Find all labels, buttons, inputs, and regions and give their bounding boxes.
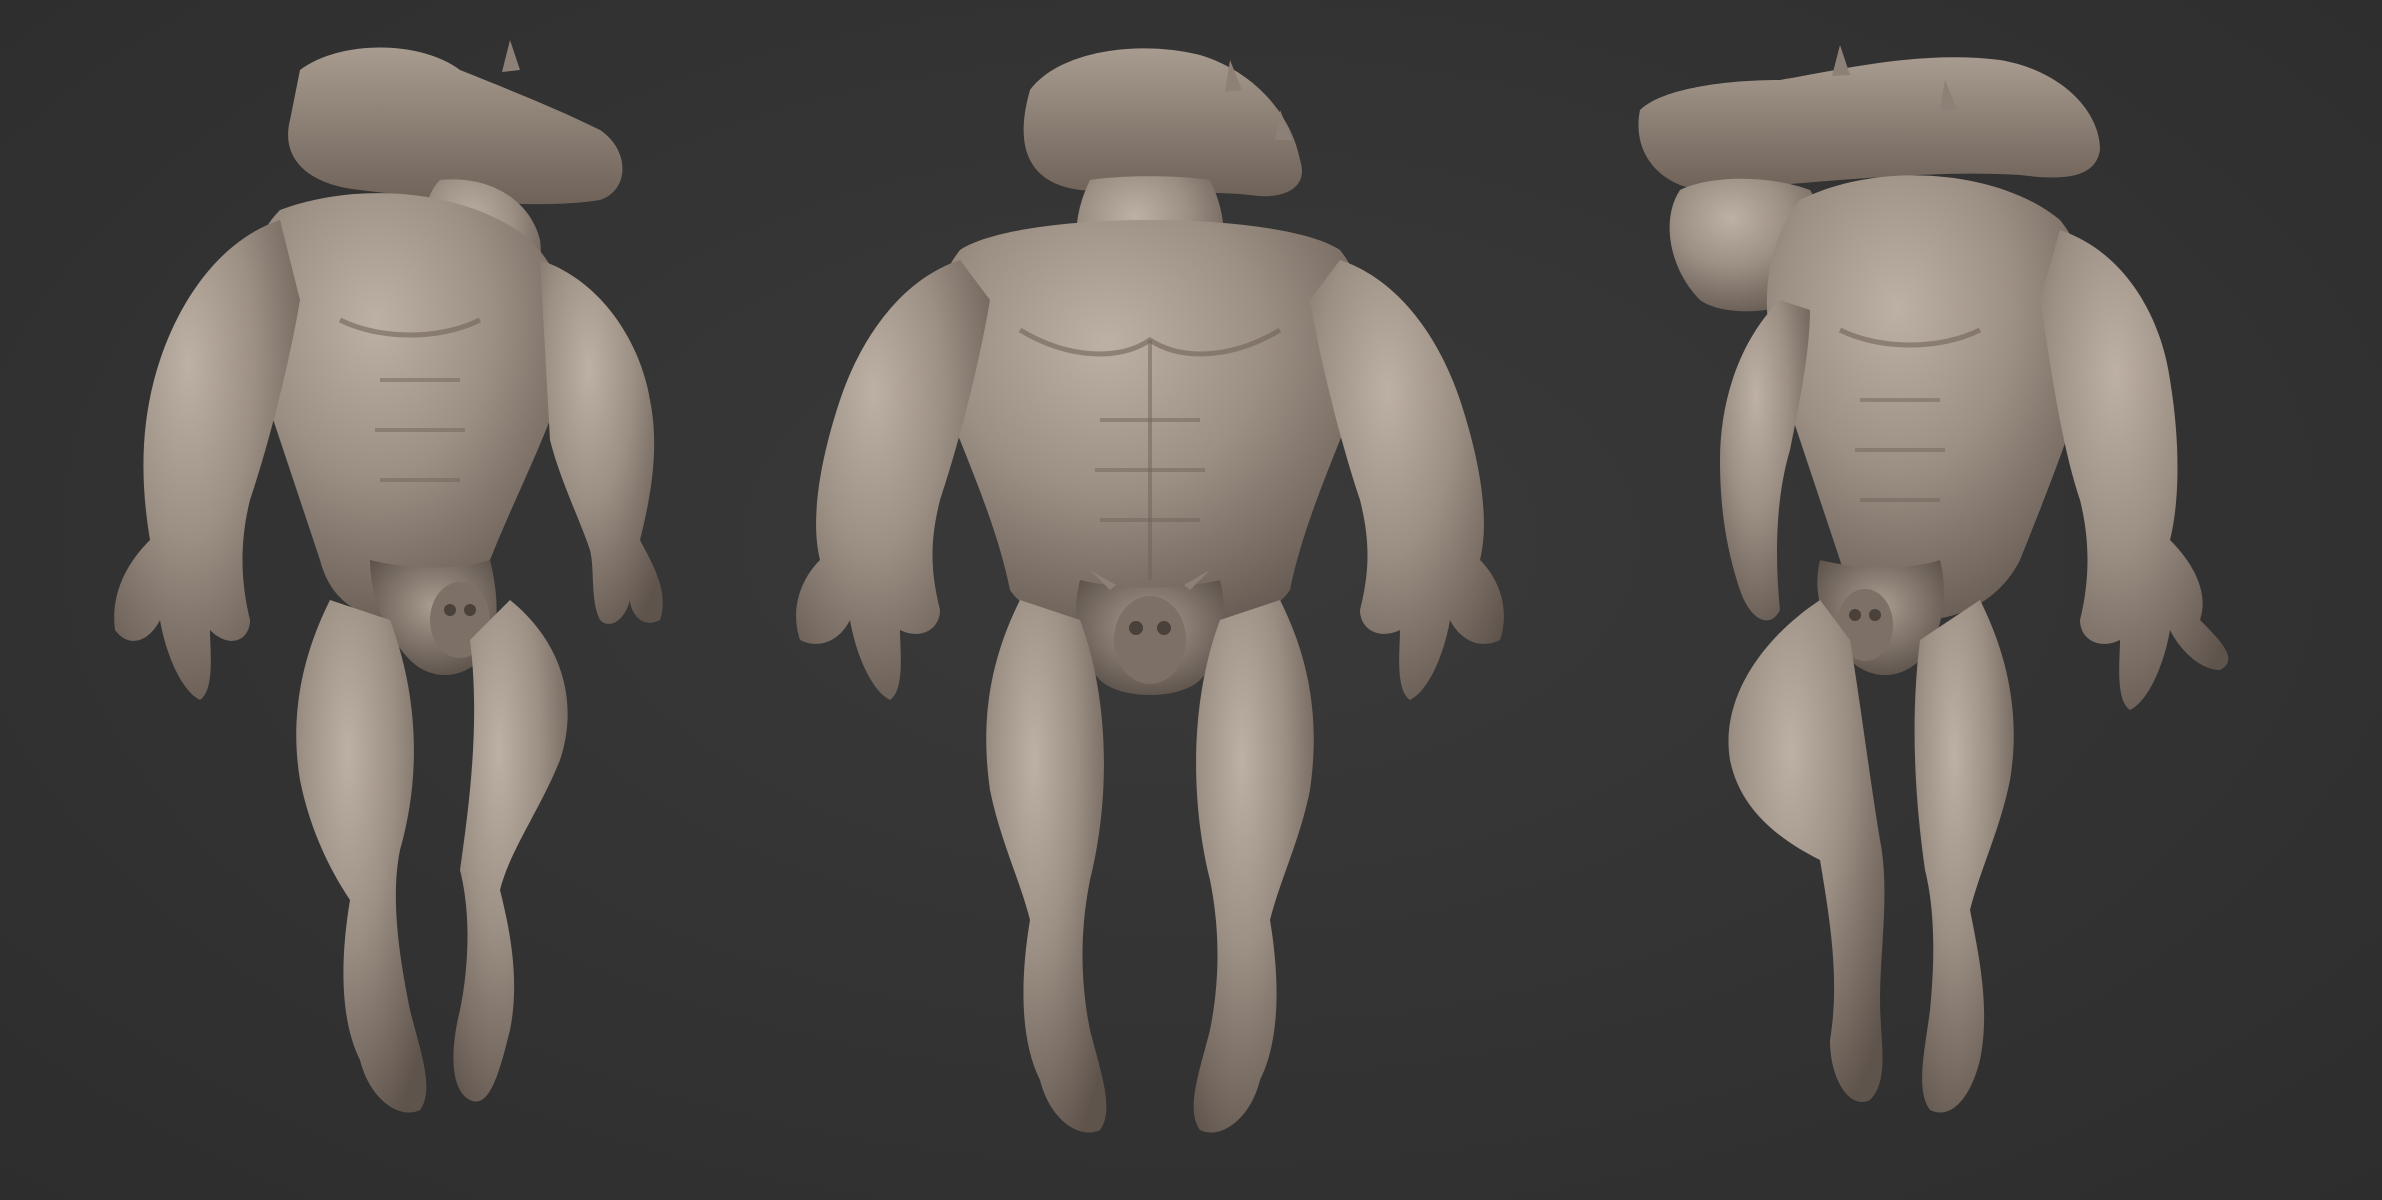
creature-sculpt-left [114,40,663,1113]
sculpt-view-three-quarter-right [1600,0,2320,1200]
viewport-canvas[interactable] [0,0,2382,1200]
sculpt-view-three-quarter-left [40,0,740,1200]
creature-sculpt-right [1638,45,2229,1113]
creature-sculpt-front [796,48,1504,1133]
sculpt-view-front [780,0,1520,1200]
